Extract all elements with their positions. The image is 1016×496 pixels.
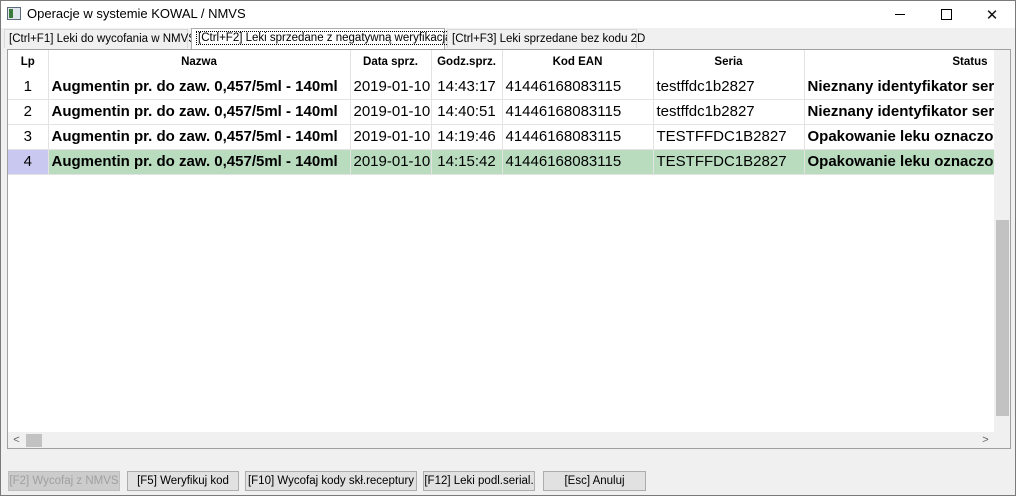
cell-nazwa: Augmentin pr. do zaw. 0,457/5ml - 140ml: [48, 74, 351, 100]
table-row-selected[interactable]: 4 Augmentin pr. do zaw. 0,457/5ml - 140m…: [8, 149, 997, 175]
cell-nazwa: Augmentin pr. do zaw. 0,457/5ml - 140ml: [48, 99, 351, 125]
cell-data-sprz: 2019-01-10: [350, 124, 432, 150]
maximize-icon: [940, 9, 952, 20]
main-window: Operacje w systemie KOWAL / NMVS ✕ [Ctrl…: [0, 0, 1016, 496]
cell-seria: TESTFFDC1B2827: [653, 149, 805, 175]
column-header-kod-ean[interactable]: Kod EAN: [502, 50, 654, 74]
withdraw-recipe-codes-button[interactable]: [F10] Wycofaj kody skł.receptury: [245, 471, 417, 491]
column-header-lp[interactable]: Lp: [8, 50, 49, 74]
serial-drugs-button[interactable]: [F12] Leki podl.serial.: [423, 471, 535, 491]
cell-lp: 4: [8, 149, 49, 175]
cell-seria: TESTFFDC1B2827: [653, 124, 805, 150]
cell-status: Opakowanie leku oznaczone: [804, 124, 997, 150]
table-header: Lp Nazwa Data sprz. Godz.sprz. Kod EAN S…: [8, 50, 997, 74]
cell-seria: testffdc1b2827: [653, 99, 805, 125]
tab-label: [Ctrl+F3] Leki sprzedane bez kodu 2D: [452, 33, 646, 45]
cell-seria: testffdc1b2827: [653, 74, 805, 100]
cell-godz-sprz: 14:43:17: [431, 74, 503, 100]
cell-status: Nieznany identyfikator serii: [804, 74, 997, 100]
cell-nazwa: Augmentin pr. do zaw. 0,457/5ml - 140ml: [48, 149, 351, 175]
tab-leki-bez-kodu-2d[interactable]: [Ctrl+F3] Leki sprzedane bez kodu 2D: [447, 29, 645, 48]
table-row[interactable]: 1 Augmentin pr. do zaw. 0,457/5ml - 140m…: [8, 74, 997, 100]
scroll-left-arrow-icon[interactable]: <: [8, 432, 25, 448]
cell-kod-ean: 41446168083115: [502, 149, 654, 175]
cell-nazwa: Augmentin pr. do zaw. 0,457/5ml - 140ml: [48, 124, 351, 150]
minimize-button[interactable]: [877, 1, 923, 28]
window-title: Operacje w systemie KOWAL / NMVS: [27, 6, 246, 21]
close-button[interactable]: ✕: [969, 1, 1015, 28]
verify-code-button[interactable]: [F5] Weryfikuj kod: [127, 471, 239, 491]
drug-table: Lp Nazwa Data sprz. Godz.sprz. Kod EAN S…: [8, 50, 997, 175]
app-icon: [7, 7, 21, 20]
table-row[interactable]: 3 Augmentin pr. do zaw. 0,457/5ml - 140m…: [8, 124, 997, 150]
scrollbar-corner: [994, 432, 1010, 448]
cell-data-sprz: 2019-01-10: [350, 74, 432, 100]
column-header-seria[interactable]: Seria: [653, 50, 805, 74]
close-icon: ✕: [985, 6, 999, 24]
cell-kod-ean: 41446168083115: [502, 124, 654, 150]
data-grid[interactable]: Lp Nazwa Data sprz. Godz.sprz. Kod EAN S…: [7, 49, 1011, 449]
cell-lp: 3: [8, 124, 49, 150]
cell-status: Opakowanie leku oznaczone: [804, 149, 997, 175]
cell-status: Nieznany identyfikator serii: [804, 99, 997, 125]
column-header-nazwa[interactable]: Nazwa: [48, 50, 351, 74]
horizontal-scroll-thumb[interactable]: [26, 434, 42, 447]
cell-data-sprz: 2019-01-10: [350, 149, 432, 175]
column-header-data-sprz[interactable]: Data sprz.: [350, 50, 432, 74]
horizontal-scrollbar[interactable]: < >: [8, 432, 994, 448]
column-header-status[interactable]: Status: [804, 50, 997, 74]
table-row[interactable]: 2 Augmentin pr. do zaw. 0,457/5ml - 140m…: [8, 99, 997, 125]
cell-kod-ean: 41446168083115: [502, 99, 654, 125]
cell-godz-sprz: 14:15:42: [431, 149, 503, 175]
minimize-icon: [895, 14, 905, 15]
tab-label: [Ctrl+F2] Leki sprzedane z negatywną wer…: [196, 31, 454, 45]
cell-lp: 2: [8, 99, 49, 125]
vertical-scrollbar[interactable]: [994, 50, 1010, 433]
cell-godz-sprz: 14:19:46: [431, 124, 503, 150]
cell-kod-ean: 41446168083115: [502, 74, 654, 100]
tab-label: [Ctrl+F1] Leki do wycofania w NMVS: [9, 33, 196, 45]
withdraw-nmvs-button[interactable]: [F2] Wycofaj z NMVS: [8, 471, 120, 491]
tab-leki-do-wycofania[interactable]: [Ctrl+F1] Leki do wycofania w NMVS: [4, 29, 196, 48]
cancel-button[interactable]: [Esc] Anuluj: [543, 471, 646, 491]
vertical-scroll-thumb[interactable]: [996, 220, 1009, 416]
cell-lp: 1: [8, 74, 49, 100]
title-bar[interactable]: Operacje w systemie KOWAL / NMVS ✕: [1, 1, 1015, 28]
tab-leki-negatywna-weryfikacja[interactable]: [Ctrl+F2] Leki sprzedane z negatywną wer…: [191, 28, 454, 49]
maximize-button[interactable]: [923, 1, 969, 28]
scroll-right-arrow-icon[interactable]: >: [977, 432, 994, 448]
column-header-godz-sprz[interactable]: Godz.sprz.: [431, 50, 503, 74]
cell-godz-sprz: 14:40:51: [431, 99, 503, 125]
cell-data-sprz: 2019-01-10: [350, 99, 432, 125]
